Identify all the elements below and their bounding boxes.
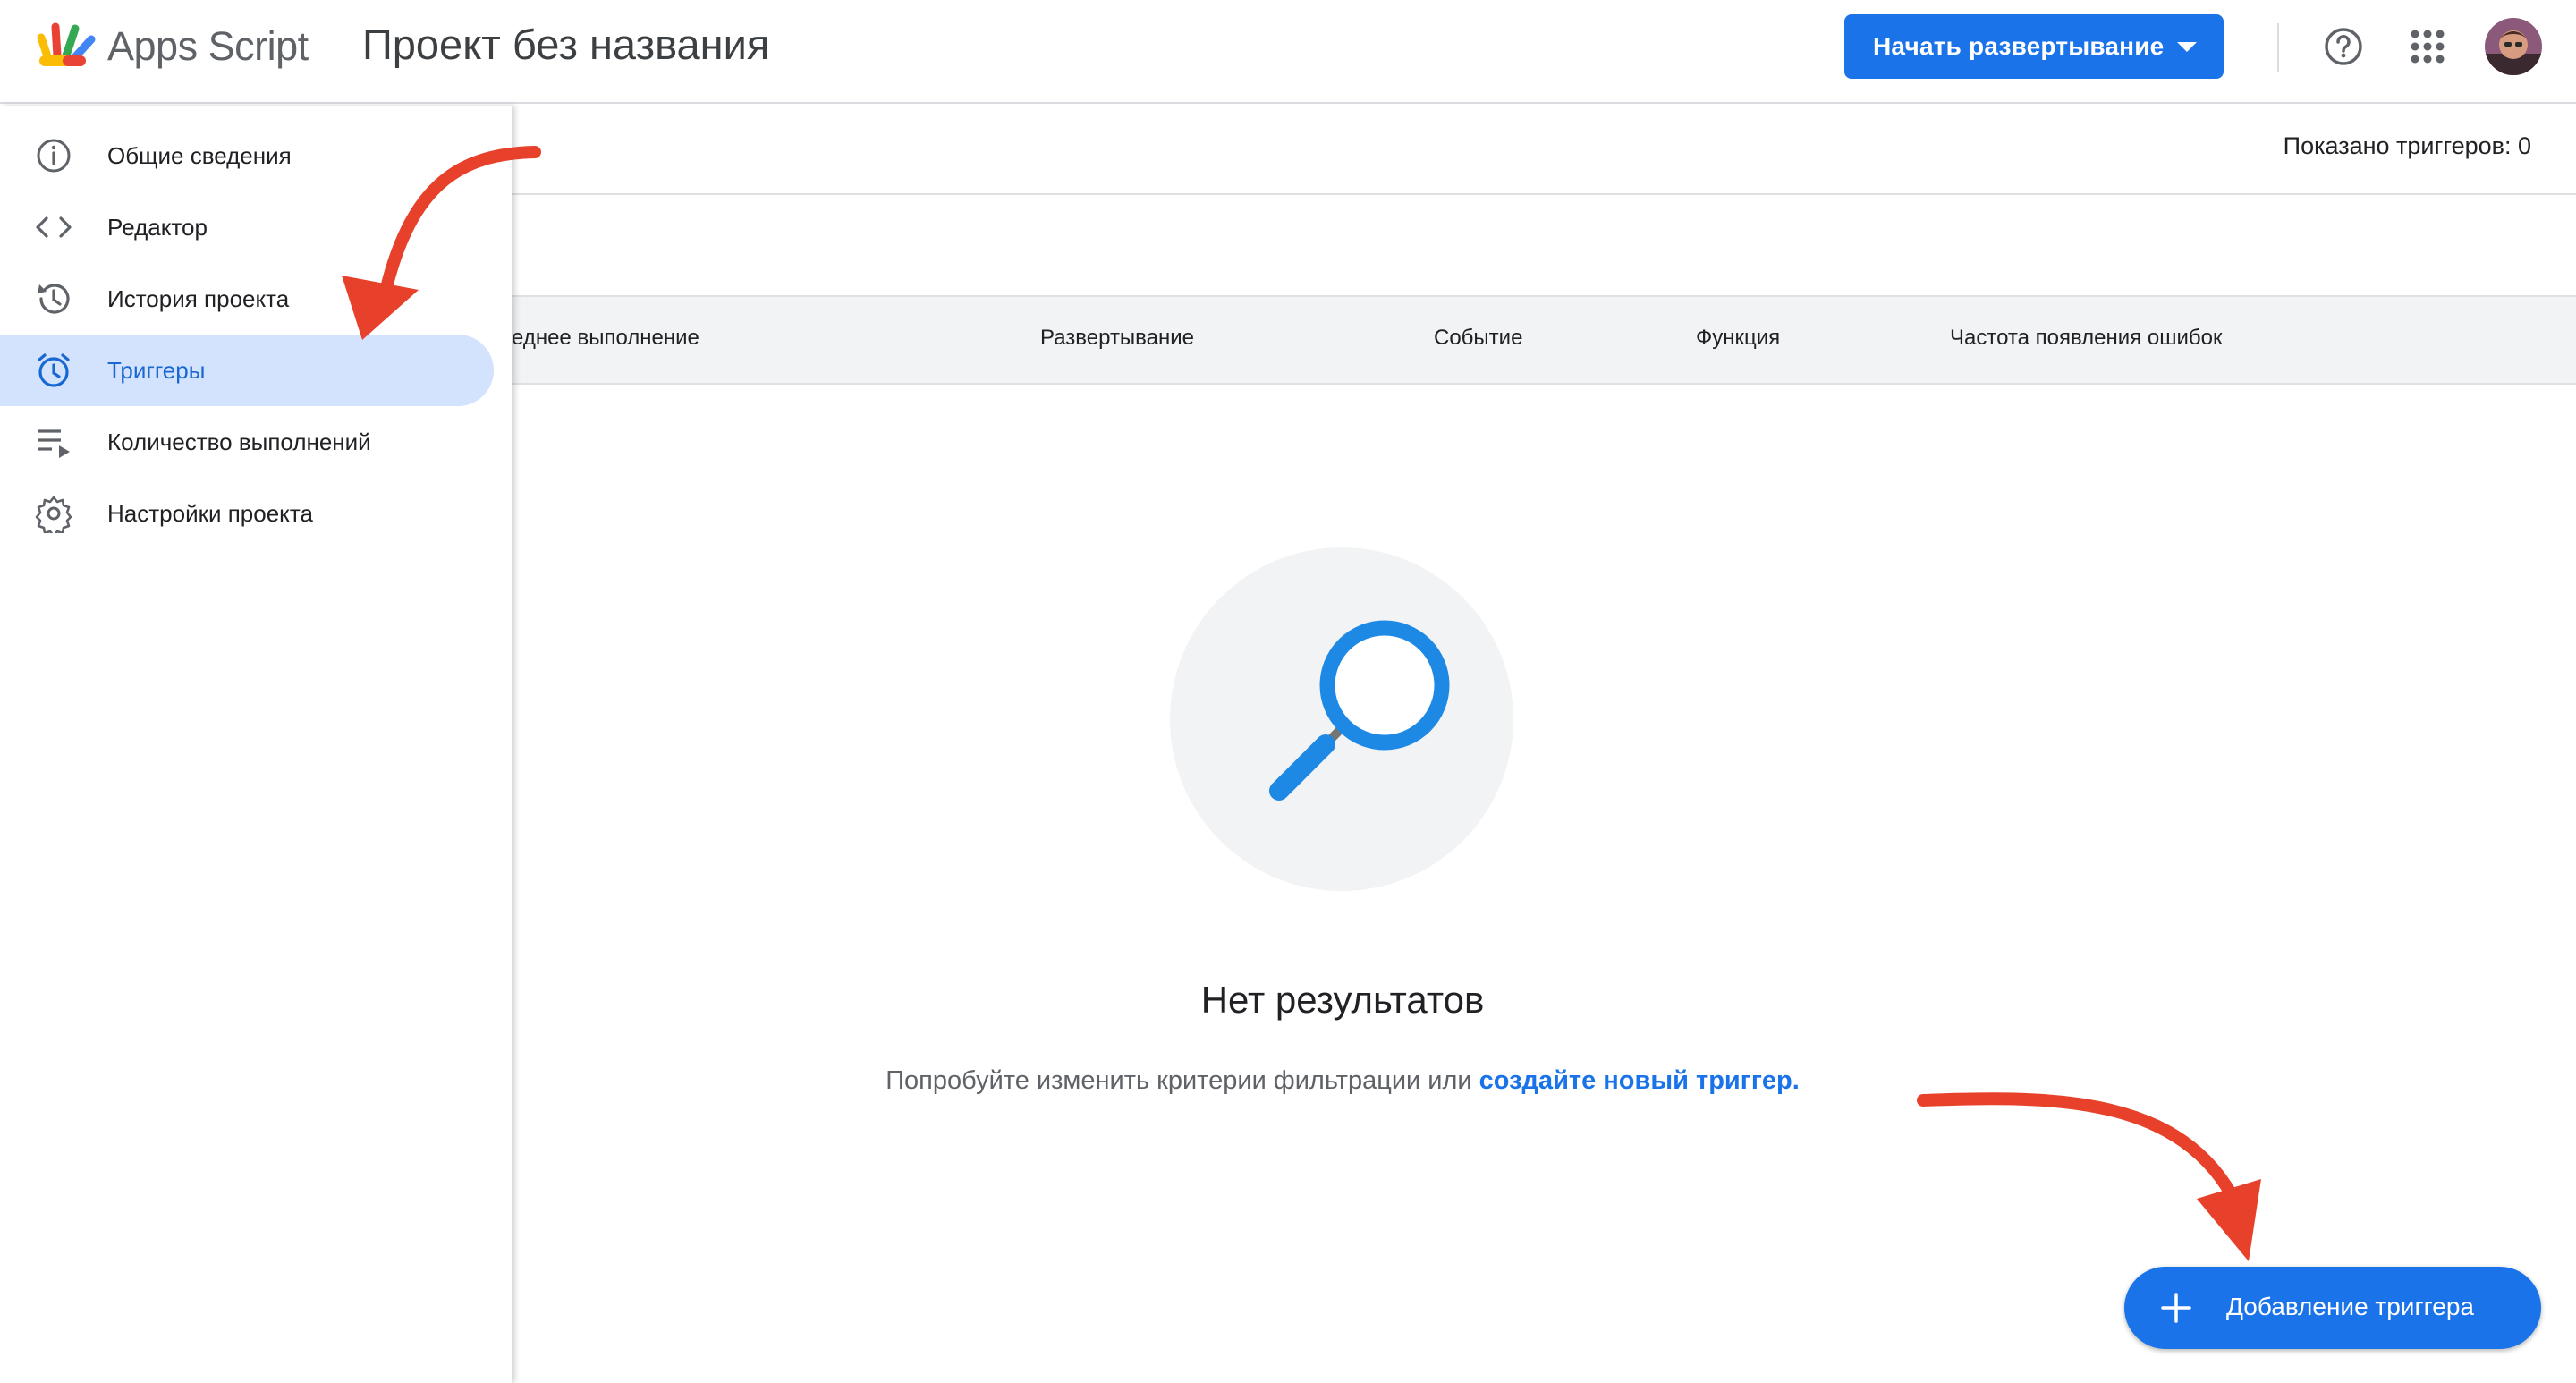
chevron-down-icon[interactable] xyxy=(2177,42,2197,52)
sidebar-item-editor[interactable]: Редактор xyxy=(0,191,494,263)
add-trigger-button[interactable]: Добавление триггера xyxy=(2124,1267,2541,1349)
sidebar-item-label: Настройки проекта xyxy=(107,499,313,527)
project-title[interactable]: Проект без названия xyxy=(362,18,769,72)
empty-state-hint: Попробуйте изменить критерии фильтрации … xyxy=(512,1066,2174,1096)
history-icon xyxy=(38,284,70,314)
sidebar-item-triggers[interactable]: Триггеры xyxy=(0,335,494,406)
column-header-error-rate[interactable]: Частота появления ошибок xyxy=(1950,326,2222,351)
executions-icon xyxy=(38,429,70,458)
sidebar-item-history[interactable]: История проекта xyxy=(0,263,494,335)
triggers-panel: Показано триггеров: 0 еднее выполнение Р… xyxy=(512,106,2576,1383)
search-icon xyxy=(1269,620,1450,801)
sidebar-nav: Общие сведения Редактор История проекта Три… xyxy=(0,106,512,1383)
sidebar-item-label: Общие сведения xyxy=(107,141,292,169)
google-apps-icon[interactable] xyxy=(2408,27,2447,66)
sidebar-item-label: Триггеры xyxy=(107,356,206,384)
code-icon xyxy=(36,216,72,238)
deploy-button[interactable]: Начать развертывание xyxy=(1844,14,2224,79)
table-header: еднее выполнение Развертывание Событие Ф… xyxy=(512,295,2576,385)
alarm-icon xyxy=(38,353,70,387)
gear-icon xyxy=(35,496,72,533)
avatar-image xyxy=(2485,18,2542,75)
sidebar-item-label: Количество выполнений xyxy=(107,428,371,455)
empty-state-hint-text: Попробуйте изменить критерии фильтрации … xyxy=(886,1066,1479,1095)
plus-icon xyxy=(2161,1293,2191,1323)
sidebar-item-label: Редактор xyxy=(107,213,208,241)
column-header-event[interactable]: Событие xyxy=(1434,326,1522,351)
create-trigger-link[interactable]: создайте новый триггер. xyxy=(1479,1066,1800,1095)
add-trigger-label: Добавление триггера xyxy=(2226,1293,2474,1320)
account-avatar[interactable] xyxy=(2485,18,2542,75)
top-app-bar: Apps Script Проект без названия Начать р… xyxy=(0,0,2576,104)
sidebar-item-settings[interactable]: Настройки проекта xyxy=(0,478,494,549)
info-icon xyxy=(37,139,71,173)
header-divider xyxy=(2277,23,2279,72)
app-name[interactable]: Apps Script xyxy=(107,20,309,73)
column-header-last-run[interactable]: еднее выполнение xyxy=(512,326,699,351)
deploy-button-label: Начать развертывание xyxy=(1873,32,2165,60)
sidebar-item-overview[interactable]: Общие сведения xyxy=(0,120,494,191)
column-header-deployment[interactable]: Развертывание xyxy=(1040,326,1194,351)
help-icon[interactable] xyxy=(2322,25,2365,68)
apps-script-logo-icon[interactable] xyxy=(36,20,98,70)
sidebar-item-label: История проекта xyxy=(107,284,290,312)
column-header-function[interactable]: Функция xyxy=(1696,326,1780,351)
empty-state-title: Нет результатов xyxy=(1200,979,1485,1021)
sidebar-item-executions[interactable]: Количество выполнений xyxy=(0,406,494,478)
toolbar-divider xyxy=(512,193,2576,195)
triggers-count: Показано триггеров: 0 xyxy=(2283,132,2531,159)
